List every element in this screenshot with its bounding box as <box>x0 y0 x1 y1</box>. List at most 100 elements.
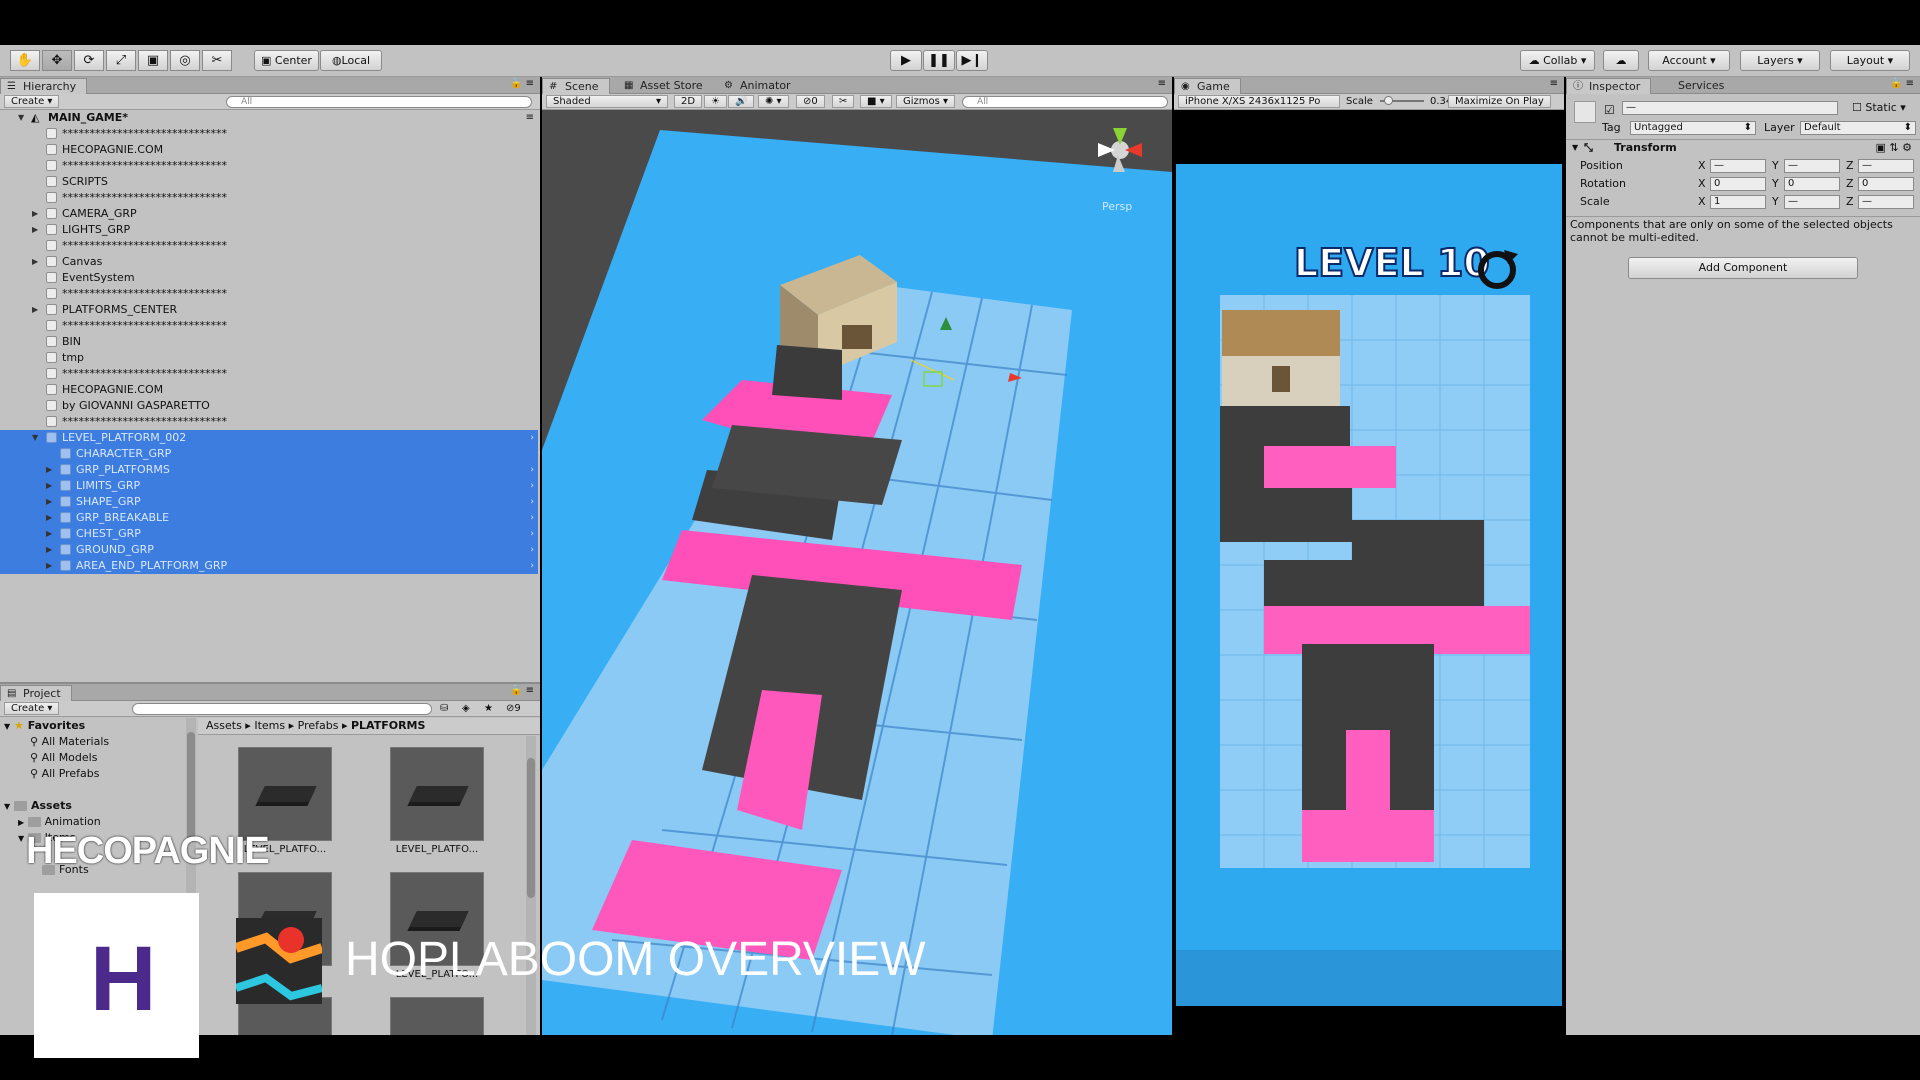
layers-dropdown[interactable]: Layers ▾ <box>1740 50 1820 71</box>
panel-menu-icon[interactable]: 🔒 ≡ <box>510 78 534 89</box>
breadcrumb-item[interactable]: Assets <box>206 719 242 732</box>
scene-root-row[interactable]: ▼ ◭ MAIN_GAME* ≡ <box>0 110 540 126</box>
object-name-field[interactable]: — <box>1622 101 1838 115</box>
expand-arrow-icon[interactable]: ▶ <box>32 222 38 238</box>
resolution-dropdown[interactable]: iPhone X/XS 2436x1125 Po <box>1178 95 1340 108</box>
hierarchy-item[interactable]: ****************************** <box>0 158 538 174</box>
hierarchy-item[interactable]: HECOPAGNIE.COM <box>0 382 538 398</box>
hierarchy-item[interactable]: ▶ CHEST_GRP › <box>0 526 538 542</box>
prefab-open-icon[interactable]: › <box>530 526 534 542</box>
toggle-2d-button[interactable]: 2D <box>674 95 703 108</box>
tab-animator[interactable]: ⚙ Animator <box>718 78 801 94</box>
tag-dropdown[interactable]: Untagged ⬍ <box>1630 121 1756 135</box>
hierarchy-item[interactable]: ▶ PLATFORMS_CENTER <box>0 302 538 318</box>
hierarchy-item[interactable]: by GIOVANNI GASPARETTO <box>0 398 538 414</box>
scale-y-field[interactable]: — <box>1784 195 1840 209</box>
cloud-icon[interactable]: ☁ <box>1603 50 1639 71</box>
prefab-open-icon[interactable]: › <box>530 558 534 574</box>
pivot-center-button[interactable]: ▣ Center <box>254 50 319 71</box>
prefab-open-icon[interactable]: › <box>530 430 534 446</box>
play-button[interactable]: ▶ <box>890 50 922 71</box>
position-y-field[interactable]: — <box>1784 159 1840 173</box>
hierarchy-item[interactable]: BIN <box>0 334 538 350</box>
scale-tool-icon[interactable]: ⤢ <box>106 50 136 71</box>
expand-arrow-icon[interactable]: ▶ <box>46 478 52 494</box>
hierarchy-item[interactable]: ▶ GRP_BREAKABLE › <box>0 510 538 526</box>
effects-icon[interactable]: ✺ ▾ <box>758 95 789 108</box>
hierarchy-item[interactable]: ▼ LEVEL_PLATFORM_002 › <box>0 430 538 446</box>
breadcrumb-item[interactable]: Items <box>254 719 285 732</box>
asset-thumbnail[interactable] <box>238 747 332 841</box>
filter-label-icon[interactable]: ◈ <box>462 701 470 716</box>
expand-arrow-icon[interactable]: ▶ <box>46 462 52 478</box>
scale-z-field[interactable]: — <box>1858 195 1914 209</box>
expand-arrow-icon[interactable]: ▶ <box>46 510 52 526</box>
expand-arrow-icon[interactable]: ▶ <box>46 542 52 558</box>
hand-tool-icon[interactable]: ✋ <box>10 50 40 71</box>
hierarchy-item[interactable]: ****************************** <box>0 126 538 142</box>
favorite-item[interactable]: ⚲ All Models <box>0 750 185 766</box>
hierarchy-item[interactable]: ▶ CAMERA_GRP <box>0 206 538 222</box>
tab-hierarchy[interactable]: ☰ Hierarchy <box>0 78 88 94</box>
projection-label[interactable]: Persp <box>1102 200 1132 213</box>
hierarchy-item[interactable]: CHARACTER_GRP <box>0 446 538 462</box>
scale-x-field[interactable]: 1 <box>1710 195 1766 209</box>
rotate-tool-icon[interactable]: ⟳ <box>74 50 104 71</box>
expand-arrow-icon[interactable]: ▶ <box>32 302 38 318</box>
hierarchy-search-input[interactable]: All <box>226 96 532 108</box>
tab-scene[interactable]: # Scene <box>542 78 610 94</box>
project-search-input[interactable] <box>132 703 432 715</box>
expand-arrow-icon[interactable]: ▶ <box>46 494 52 510</box>
favorite-item[interactable]: ⚲ All Prefabs <box>0 766 185 782</box>
hierarchy-item[interactable]: ▶ Canvas <box>0 254 538 270</box>
rotation-z-field[interactable]: 0 <box>1858 177 1914 191</box>
expand-arrow-icon[interactable]: ▼ <box>4 722 10 731</box>
expand-arrow-icon[interactable]: ▶ <box>46 526 52 542</box>
expand-arrow-icon[interactable]: ▼ <box>18 834 24 843</box>
expand-arrow-icon[interactable]: ▶ <box>32 206 38 222</box>
hierarchy-item[interactable]: ****************************** <box>0 414 538 430</box>
layer-dropdown[interactable]: Default ⬍ <box>1800 121 1916 135</box>
scale-slider[interactable] <box>1380 96 1424 105</box>
hierarchy-create-button[interactable]: Create ▾ <box>4 95 60 108</box>
prefab-open-icon[interactable]: › <box>530 494 534 510</box>
expand-arrow-icon[interactable]: ▶ <box>18 818 24 827</box>
shading-dropdown[interactable]: Shaded ▾ <box>546 95 668 108</box>
hierarchy-item[interactable]: ****************************** <box>0 238 538 254</box>
add-component-button[interactable]: Add Component <box>1628 257 1858 279</box>
favorite-star-icon[interactable]: ★ <box>484 701 493 716</box>
assets-row[interactable]: ▼ Assets <box>0 798 185 814</box>
hidden-objects-icon[interactable]: ⊘0 <box>796 95 825 108</box>
transform-header[interactable]: ▼ ⤡ Transform ▣ ⇅ ⚙ <box>1566 140 1920 156</box>
expand-arrow-icon[interactable]: ▼ <box>18 110 24 126</box>
hierarchy-item[interactable]: EventSystem <box>0 270 538 286</box>
hierarchy-item[interactable]: ▶ GRP_PLATFORMS › <box>0 462 538 478</box>
assets-scrollbar[interactable] <box>526 736 536 1035</box>
audio-icon[interactable]: 🔊 <box>728 95 755 108</box>
hierarchy-item[interactable]: ▶ SHAPE_GRP › <box>0 494 538 510</box>
tab-game[interactable]: ◉ Game <box>1174 78 1241 94</box>
tab-project[interactable]: ▤ Project <box>0 685 72 701</box>
hierarchy-item[interactable]: ****************************** <box>0 366 538 382</box>
prefab-open-icon[interactable]: › <box>530 510 534 526</box>
prefab-open-icon[interactable]: › <box>530 478 534 494</box>
hierarchy-item[interactable]: ▶ LIMITS_GRP › <box>0 478 538 494</box>
hierarchy-item[interactable]: ****************************** <box>0 286 538 302</box>
expand-arrow-icon[interactable]: ▶ <box>46 558 52 574</box>
game-menu-icon[interactable]: ≡ <box>1550 78 1558 89</box>
layout-dropdown[interactable]: Layout ▾ <box>1830 50 1910 71</box>
tab-services[interactable]: Services <box>1656 78 1734 94</box>
pivot-local-button[interactable]: ◍Local <box>320 50 382 71</box>
asset-folder-row[interactable]: ▶ Animation <box>0 814 185 830</box>
project-create-button[interactable]: Create ▾ <box>4 702 60 715</box>
pause-button[interactable]: ❚❚ <box>923 50 955 71</box>
position-x-field[interactable]: — <box>1710 159 1766 173</box>
camera-icon[interactable]: ■ ▾ <box>860 95 892 108</box>
rotation-x-field[interactable]: 0 <box>1710 177 1766 191</box>
assets-scrollbar-thumb[interactable] <box>527 758 535 898</box>
transform-tool-icon[interactable]: ◎ <box>170 50 200 71</box>
tree-scrollbar-thumb[interactable] <box>187 732 195 842</box>
breadcrumb-item-current[interactable]: PLATFORMS <box>351 719 425 732</box>
hidden-count-badge[interactable]: ⊘9 <box>506 701 521 716</box>
position-z-field[interactable]: — <box>1858 159 1914 173</box>
